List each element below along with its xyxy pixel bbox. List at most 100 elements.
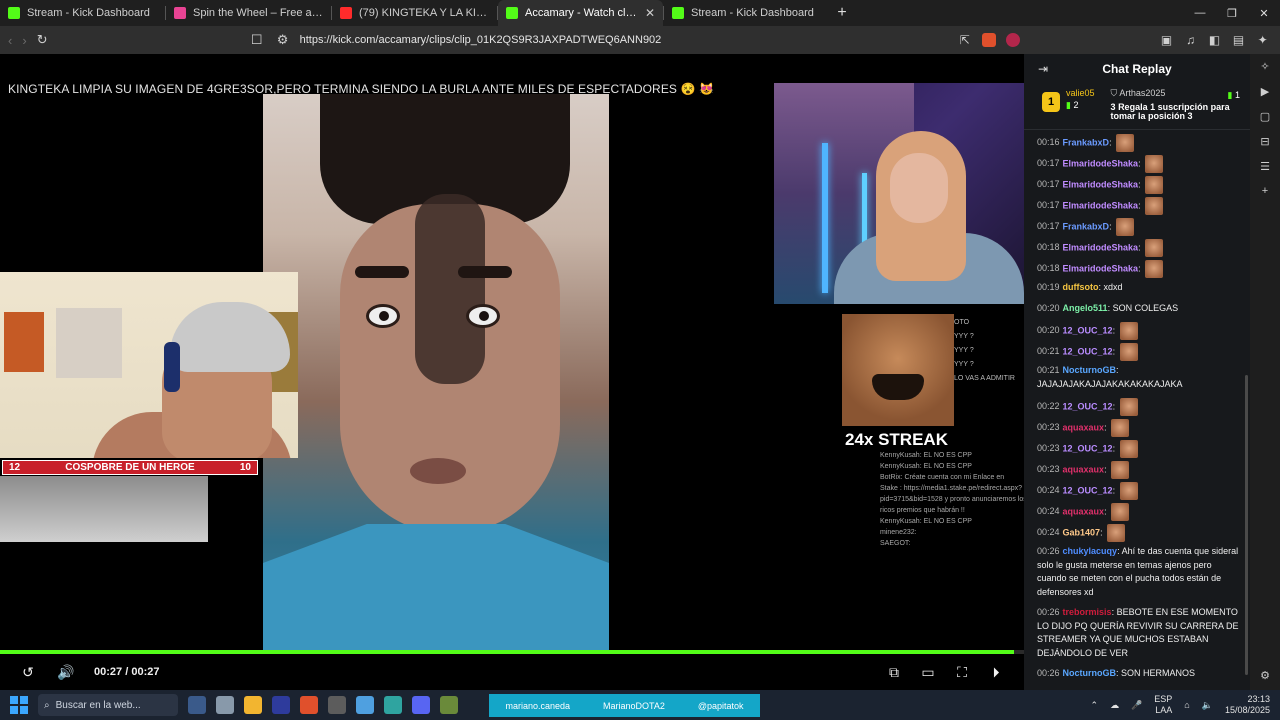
- message-username[interactable]: NocturnoGB: [1063, 668, 1117, 678]
- message-username[interactable]: 12_OUC_12: [1063, 401, 1113, 411]
- language-indicator[interactable]: ESP LAA: [1154, 694, 1172, 716]
- second-username[interactable]: Arthas2025: [1119, 88, 1165, 98]
- app-icon[interactable]: [384, 696, 402, 714]
- message-username[interactable]: ElmaridodeShaka: [1063, 179, 1139, 189]
- browser-tab[interactable]: Stream - Kick Dashboard: [0, 0, 165, 26]
- message-username[interactable]: ElmaridodeShaka: [1063, 242, 1139, 252]
- message-username[interactable]: trebormisis: [1063, 607, 1112, 617]
- message-text: SON COLEGAS: [1112, 302, 1179, 313]
- message-username[interactable]: ElmaridodeShaka: [1063, 200, 1139, 210]
- chat-message: 00:23 12_OUC_12:: [1037, 440, 1242, 458]
- message-username[interactable]: 12_OUC_12: [1063, 346, 1113, 356]
- share-icon[interactable]: ⇱: [958, 33, 972, 47]
- leader-username[interactable]: valie05: [1066, 88, 1095, 98]
- wallet-sidebar-icon[interactable]: ▢: [1257, 110, 1273, 123]
- clock[interactable]: 23:13 15/08/2025: [1225, 694, 1270, 716]
- theater-icon[interactable]: ▭: [918, 664, 938, 681]
- video-player[interactable]: KINGTEKA LIMPIA SU IMAGEN DE 4GRE3SOR,PE…: [0, 54, 1024, 690]
- message-timestamp: 00:18: [1037, 263, 1060, 274]
- close-tab-icon[interactable]: ✕: [645, 6, 655, 20]
- leo-icon[interactable]: ✦: [1256, 33, 1270, 47]
- chat-message: 00:24 aquaxaux:: [1037, 503, 1242, 521]
- tab-favicon-icon: [506, 7, 518, 19]
- app-icon[interactable]: [440, 696, 458, 714]
- pip-icon[interactable]: ⧉: [884, 664, 904, 681]
- bookmarks-icon[interactable]: ⊟: [1257, 135, 1273, 148]
- reload-icon[interactable]: ↻: [37, 32, 48, 48]
- url-text[interactable]: https://kick.com/accamary/clips/clip_01K…: [300, 34, 662, 46]
- message-username[interactable]: 12_OUC_12: [1063, 443, 1113, 453]
- settings-icon[interactable]: ⚙: [1257, 669, 1273, 682]
- reading-list-icon[interactable]: ☰: [1257, 160, 1273, 173]
- tab-title: (79) KINGTEKA Y LA KINGHOUSE SE: [359, 7, 489, 19]
- cloud-icon[interactable]: ☁: [1110, 700, 1119, 711]
- message-timestamp: 00:23: [1037, 464, 1060, 475]
- minimize-button[interactable]: —: [1184, 7, 1216, 20]
- brave-icon[interactable]: [300, 696, 318, 714]
- bookmark-icon[interactable]: ☐: [248, 32, 266, 48]
- message-username[interactable]: ElmaridodeShaka: [1063, 263, 1139, 273]
- message-username[interactable]: Angelo511: [1063, 303, 1108, 313]
- wallet-icon[interactable]: ▤: [1232, 33, 1246, 47]
- sidebar-toggle-icon[interactable]: ◧: [1208, 33, 1222, 47]
- restore-button[interactable]: ❐: [1216, 7, 1248, 20]
- site-info-icon[interactable]: ⚙: [274, 32, 292, 48]
- message-username[interactable]: chukylacuqy: [1063, 546, 1118, 556]
- message-username[interactable]: Gab1407: [1063, 527, 1101, 537]
- message-username[interactable]: FrankabxD: [1063, 221, 1110, 231]
- message-username[interactable]: 12_OUC_12: [1063, 325, 1113, 335]
- app-l-icon[interactable]: [272, 696, 290, 714]
- file-explorer-icon[interactable]: [244, 696, 262, 714]
- volume-icon[interactable]: 🔊: [56, 664, 76, 681]
- chevron-up-icon[interactable]: ⌃: [1091, 700, 1099, 711]
- tab-title: Stream - Kick Dashboard: [691, 7, 814, 19]
- chat-scrollbar[interactable]: [1245, 375, 1248, 675]
- replay-icon[interactable]: ↺: [18, 664, 38, 681]
- fullscreen-icon[interactable]: ⛶: [952, 664, 972, 681]
- close-window-button[interactable]: ✕: [1248, 7, 1280, 20]
- media-icon[interactable]: ♫: [1184, 33, 1198, 47]
- message-colon: :: [1109, 221, 1115, 232]
- message-username[interactable]: NocturnoGB: [1063, 365, 1117, 375]
- overlay-chat-line: KennyKusah: EL NO ES CPP: [880, 452, 972, 459]
- app-icon[interactable]: [328, 696, 346, 714]
- app-icon[interactable]: [216, 696, 234, 714]
- message-username[interactable]: FrankabxD: [1063, 137, 1110, 147]
- mic-icon[interactable]: 🎤: [1131, 700, 1142, 711]
- chat-message: 00:21 NocturnoGB: JAJAJAJAKAJAJAKAKAKAKAJ…: [1037, 364, 1242, 391]
- message-username[interactable]: duffsoto: [1063, 282, 1099, 292]
- browser-tab[interactable]: Spin the Wheel – Free and easy-to-u: [166, 0, 331, 26]
- social-handle: mariano.caneda: [505, 700, 571, 711]
- message-username[interactable]: aquaxaux: [1063, 506, 1105, 516]
- notepad-icon[interactable]: [356, 696, 374, 714]
- emote-icon: [1119, 482, 1138, 500]
- brave-shield-icon[interactable]: [981, 33, 996, 47]
- duration: 00:27: [131, 666, 160, 678]
- tab-favicon-icon: [340, 7, 352, 19]
- new-tab-button[interactable]: +: [829, 4, 855, 22]
- discord-icon[interactable]: [412, 696, 430, 714]
- message-username[interactable]: aquaxaux: [1063, 422, 1105, 432]
- reader-icon[interactable]: ▣: [1160, 33, 1174, 47]
- message-username[interactable]: ElmaridodeShaka: [1063, 158, 1139, 168]
- back-icon[interactable]: ‹: [8, 33, 12, 48]
- windows-start-icon[interactable]: [10, 696, 28, 714]
- forward-icon[interactable]: ›: [22, 33, 26, 48]
- browser-tab[interactable]: Stream - Kick Dashboard: [664, 0, 829, 26]
- network-icon[interactable]: ⌂: [1184, 700, 1189, 710]
- address-bar[interactable]: ☐ ⚙ https://kick.com/accamary/clips/clip…: [248, 29, 948, 51]
- leo-sidebar-icon[interactable]: ✧: [1257, 60, 1273, 73]
- add-panel-icon[interactable]: +: [1257, 185, 1273, 197]
- volume-tray-icon[interactable]: 🔈: [1202, 700, 1213, 711]
- message-username[interactable]: 12_OUC_12: [1063, 485, 1113, 495]
- player-icon[interactable]: ▶: [1257, 85, 1273, 98]
- taskview-icon[interactable]: [188, 696, 206, 714]
- browser-tab[interactable]: (79) KINGTEKA Y LA KINGHOUSE SE: [332, 0, 497, 26]
- streamer-webcam: [0, 272, 298, 458]
- chat-message: 00:17 ElmaridodeShaka:: [1037, 176, 1242, 194]
- rewards-icon[interactable]: [1005, 33, 1020, 47]
- taskbar-search[interactable]: ⌕ Buscar en la web...: [38, 694, 178, 716]
- browser-tab[interactable]: Accamary - Watch clips on Kick ✕: [498, 0, 663, 26]
- speed-icon[interactable]: ⏵: [986, 664, 1006, 681]
- message-username[interactable]: aquaxaux: [1063, 464, 1105, 474]
